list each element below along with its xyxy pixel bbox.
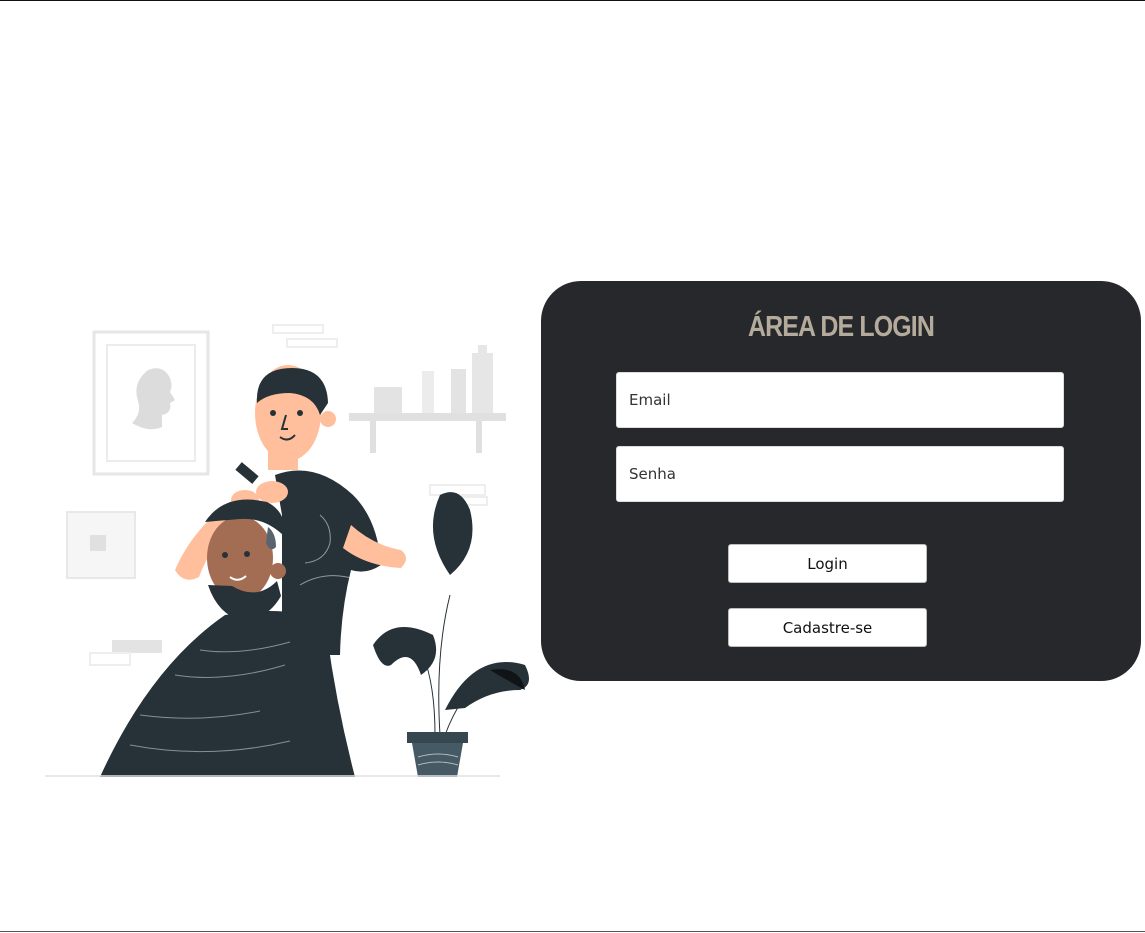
barber-figure xyxy=(175,365,406,655)
barber-illustration xyxy=(45,324,529,777)
login-button[interactable]: Login xyxy=(728,544,927,583)
signup-button[interactable]: Cadastre-se xyxy=(728,608,927,647)
login-title: ÁREA DE LOGIN xyxy=(747,311,935,343)
login-card: ÁREA DE LOGIN Login Cadastre-se xyxy=(541,281,1141,681)
bottom-divider xyxy=(0,931,1145,932)
plant xyxy=(373,492,529,777)
password-field[interactable] xyxy=(616,446,1064,502)
email-field[interactable] xyxy=(616,372,1064,428)
top-divider xyxy=(0,0,1145,1)
